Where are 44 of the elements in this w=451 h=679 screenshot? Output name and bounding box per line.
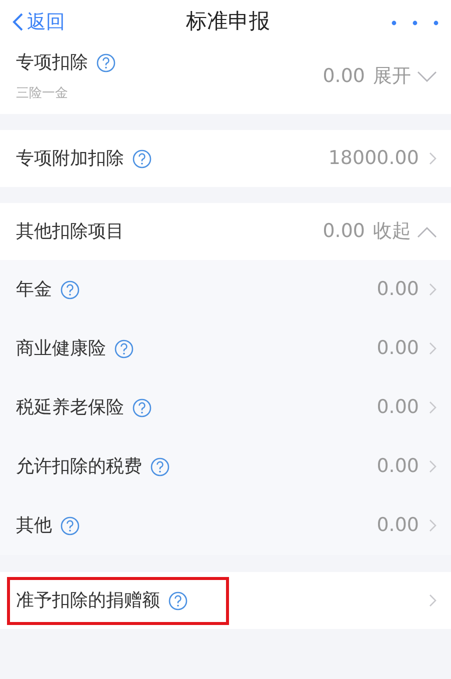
row-subtitle: 三险一金 (16, 85, 69, 104)
help-icon[interactable] (60, 516, 80, 536)
page-title: 标准申报 (186, 8, 270, 36)
row-label: 其他 (16, 514, 52, 538)
row-value: 0.00 (376, 336, 419, 362)
chevron-right-icon (429, 460, 437, 473)
chevron-down-icon[interactable] (417, 70, 437, 82)
row-value: 0.00 (376, 277, 419, 302)
row-value: 0.00 (322, 64, 365, 90)
help-icon[interactable] (132, 148, 152, 168)
row-label: 专项扣除 (16, 51, 88, 76)
chevron-up-icon[interactable] (417, 226, 437, 238)
row-label: 允许扣除的税费 (16, 455, 142, 479)
help-icon[interactable] (114, 338, 134, 358)
chevron-right-icon (429, 342, 437, 355)
row-label: 年金 (16, 278, 52, 302)
chevron-right-icon (429, 152, 437, 165)
help-icon[interactable] (96, 52, 116, 73)
chevron-right-icon (429, 401, 437, 414)
toggle-label: 展开 (373, 64, 411, 90)
help-icon[interactable] (150, 456, 170, 476)
chevron-left-icon (12, 12, 24, 32)
back-button[interactable]: 返回 (12, 8, 65, 36)
list-row[interactable]: 其他扣除项目 0.00 收起 (0, 203, 451, 260)
row-value: 0.00 (376, 454, 419, 480)
row-label: 商业健康险 (16, 337, 106, 361)
list-row[interactable]: 专项附加扣除 18000.00 (0, 130, 451, 187)
chevron-right-icon (429, 594, 437, 607)
help-icon[interactable] (132, 398, 152, 418)
row-value: 0.00 (376, 513, 419, 538)
row-value: 0.00 (376, 395, 419, 420)
toggle-label: 收起 (373, 219, 411, 244)
row-label: 专项附加扣除 (16, 147, 124, 171)
row-label: 准予扣除的捐赠额 (16, 589, 160, 613)
row-label: 税延养老保险 (16, 396, 124, 420)
chevron-right-icon (429, 519, 437, 532)
chevron-right-icon (429, 283, 437, 296)
help-icon[interactable] (60, 280, 80, 300)
more-icon[interactable] (391, 20, 439, 26)
help-icon[interactable] (168, 590, 188, 610)
list-row[interactable]: 准予扣除的捐赠额 (0, 572, 451, 629)
row-value: 18000.00 (328, 146, 419, 172)
row-label: 其他扣除项目 (16, 220, 124, 244)
row-value: 0.00 (322, 219, 365, 244)
